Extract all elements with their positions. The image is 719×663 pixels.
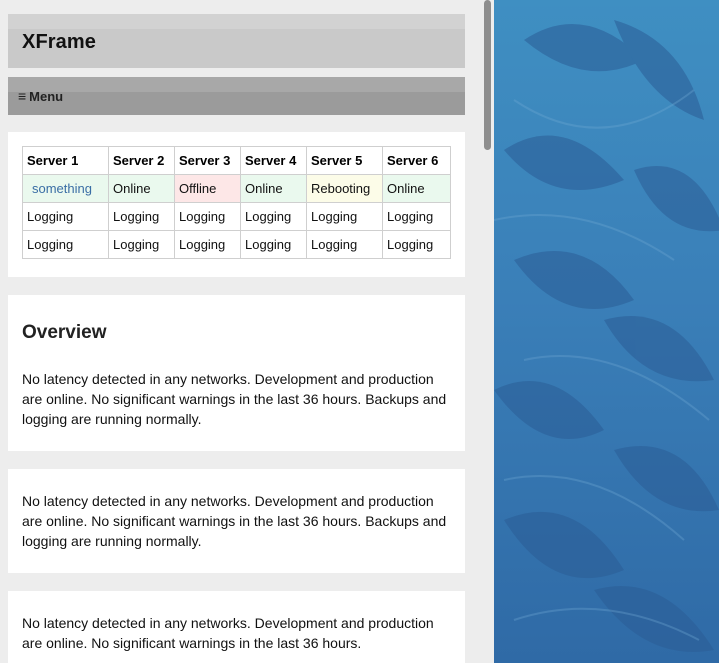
table-cell: Logging — [382, 230, 451, 259]
background-leaf-pattern — [494, 0, 719, 663]
overview-title: Overview — [22, 322, 107, 343]
table-cell: Logging — [22, 230, 109, 259]
table-cell: Logging — [108, 230, 175, 259]
status-panel: No latency detected in any networks. Dev… — [8, 469, 465, 573]
status-link[interactable]: something — [22, 174, 109, 203]
status-cell: Rebooting — [306, 174, 383, 203]
table-cell: Logging — [382, 202, 451, 231]
servers-table: Server 1 Server 2 Server 3 Server 4 Serv… — [22, 146, 451, 259]
table-cell: Logging — [22, 202, 109, 231]
table-row: Logging Logging Logging Logging Logging … — [22, 230, 451, 259]
app-header: XFrame — [8, 14, 465, 68]
status-text: No latency detected in any networks. Dev… — [22, 493, 447, 549]
status-row: something Online Offline Online Rebootin… — [22, 174, 451, 203]
column-header: Server 3 — [174, 146, 241, 175]
table-header-row: Server 1 Server 2 Server 3 Server 4 Serv… — [22, 146, 451, 175]
table-cell: Logging — [306, 230, 383, 259]
column-header: Server 4 — [240, 146, 307, 175]
status-cell: Online — [108, 174, 175, 203]
column-header: Server 1 — [22, 146, 109, 175]
status-cell: Offline — [174, 174, 241, 203]
status-cell: Online — [382, 174, 451, 203]
table-cell: Logging — [240, 230, 307, 259]
table-cell: Logging — [174, 202, 241, 231]
scrollbar-thumb[interactable] — [484, 0, 491, 150]
table-cell: Logging — [306, 202, 383, 231]
menu-button[interactable]: ≡ Menu — [8, 77, 465, 115]
servers-panel: Server 1 Server 2 Server 3 Server 4 Serv… — [8, 132, 465, 277]
app-title: XFrame — [22, 31, 96, 53]
status-cell: Online — [240, 174, 307, 203]
status-text: No latency detected in any networks. Dev… — [22, 615, 434, 651]
table-cell: Logging — [174, 230, 241, 259]
main-column: XFrame ≡ Menu Server 1 Server 2 Server 3… — [0, 0, 480, 663]
column-header: Server 6 — [382, 146, 451, 175]
table-cell: Logging — [108, 202, 175, 231]
status-panel: No latency detected in any networks. Dev… — [8, 591, 465, 663]
menu-label: Menu — [29, 88, 64, 104]
hamburger-menu-icon: ≡ — [18, 88, 27, 104]
overview-panel: Overview No latency detected in any netw… — [8, 295, 465, 451]
table-cell: Logging — [240, 202, 307, 231]
leaf-pattern-icon — [494, 20, 719, 652]
column-header: Server 2 — [108, 146, 175, 175]
column-header: Server 5 — [306, 146, 383, 175]
table-row: Logging Logging Logging Logging Logging … — [22, 202, 451, 231]
overview-text: No latency detected in any networks. Dev… — [22, 371, 447, 427]
